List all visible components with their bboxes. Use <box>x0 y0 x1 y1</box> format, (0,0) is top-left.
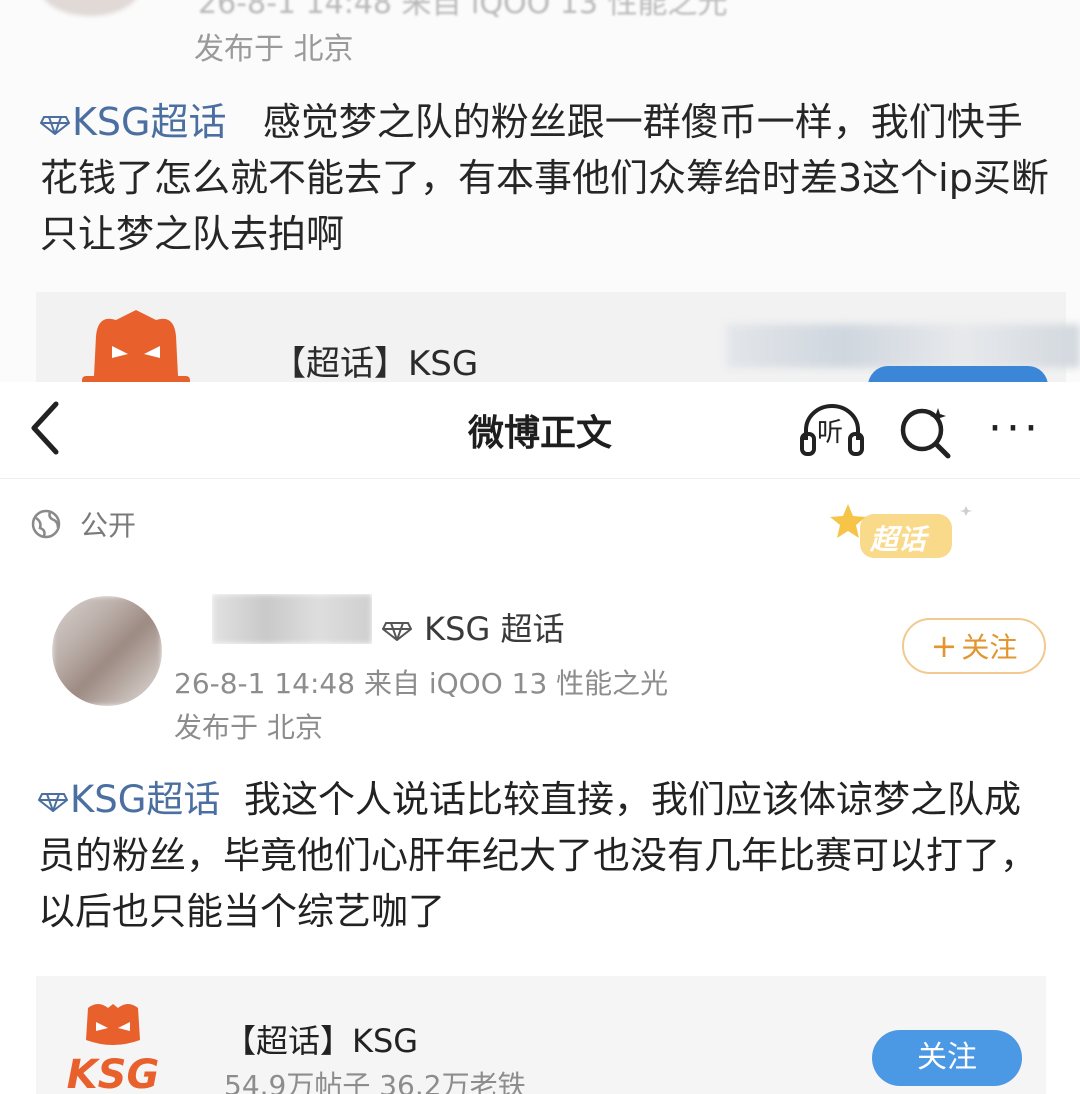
card-title: 【超话】KSG <box>224 1022 419 1060</box>
ksg-logo-icon: KSG <box>67 1004 160 1094</box>
post-text: KSG超话 我这个人说话比较直接，我们应该体谅梦之队成员的粉丝，毕竟他们心肝年纪… <box>38 772 1048 940</box>
post-location: 发布于 北京 <box>194 32 354 67</box>
blurred-area <box>726 324 1080 368</box>
diamond-icon <box>382 622 412 641</box>
avatar[interactable] <box>40 0 140 16</box>
sticker-label: 超话 <box>870 523 927 556</box>
listen-button[interactable]: 听 <box>798 400 866 458</box>
card-title: 【超话】KSG <box>272 344 479 384</box>
post-meta: 26-8-1 14:48 来自 iQOO 13 性能之光 <box>198 0 728 21</box>
lower-screenshot: 微博正文 听 ··· 公开 超话 KSG 超话 26-8-1 14:48 来自 … <box>0 382 1080 1094</box>
avatar[interactable] <box>52 596 162 706</box>
ksg-logo-icon <box>82 310 190 392</box>
more-button[interactable]: ··· <box>988 404 1058 454</box>
post-text: KSG超话 感觉梦之队的粉丝跟一群傻币一样，我们快手花钱了怎么就不能去了，有本事… <box>40 94 1060 262</box>
user-topic-badge[interactable]: KSG 超话 <box>382 604 564 650</box>
svg-text:KSG: KSG <box>67 1052 160 1094</box>
listen-label: 听 <box>817 418 844 448</box>
topic-link[interactable]: KSG超话 <box>40 100 239 144</box>
diamond-icon <box>38 792 68 812</box>
chaohua-sticker: 超话 <box>826 500 976 566</box>
follow-button[interactable]: + 关注 <box>902 618 1046 674</box>
search-icon[interactable] <box>896 402 954 460</box>
visibility-label: 公开 <box>80 509 137 542</box>
card-follow-button[interactable]: 关注 <box>872 1030 1022 1086</box>
nav-bar: 微博正文 听 ··· <box>0 382 1080 479</box>
card-stats: 54.9万帖子 36.2万老铁 <box>224 1069 526 1094</box>
post-meta: 26-8-1 14:48 来自 iQOO 13 性能之光 <box>174 667 669 700</box>
globe-icon <box>31 509 61 539</box>
topic-link[interactable]: KSG超话 <box>38 778 232 821</box>
diamond-icon <box>40 115 70 135</box>
username-blurred[interactable] <box>212 594 372 644</box>
plus-icon: + <box>930 627 958 665</box>
post-location: 发布于 北京 <box>174 711 323 744</box>
upper-screenshot: 26-8-1 14:48 来自 iQOO 13 性能之光 发布于 北京 KSG超… <box>0 0 1080 392</box>
